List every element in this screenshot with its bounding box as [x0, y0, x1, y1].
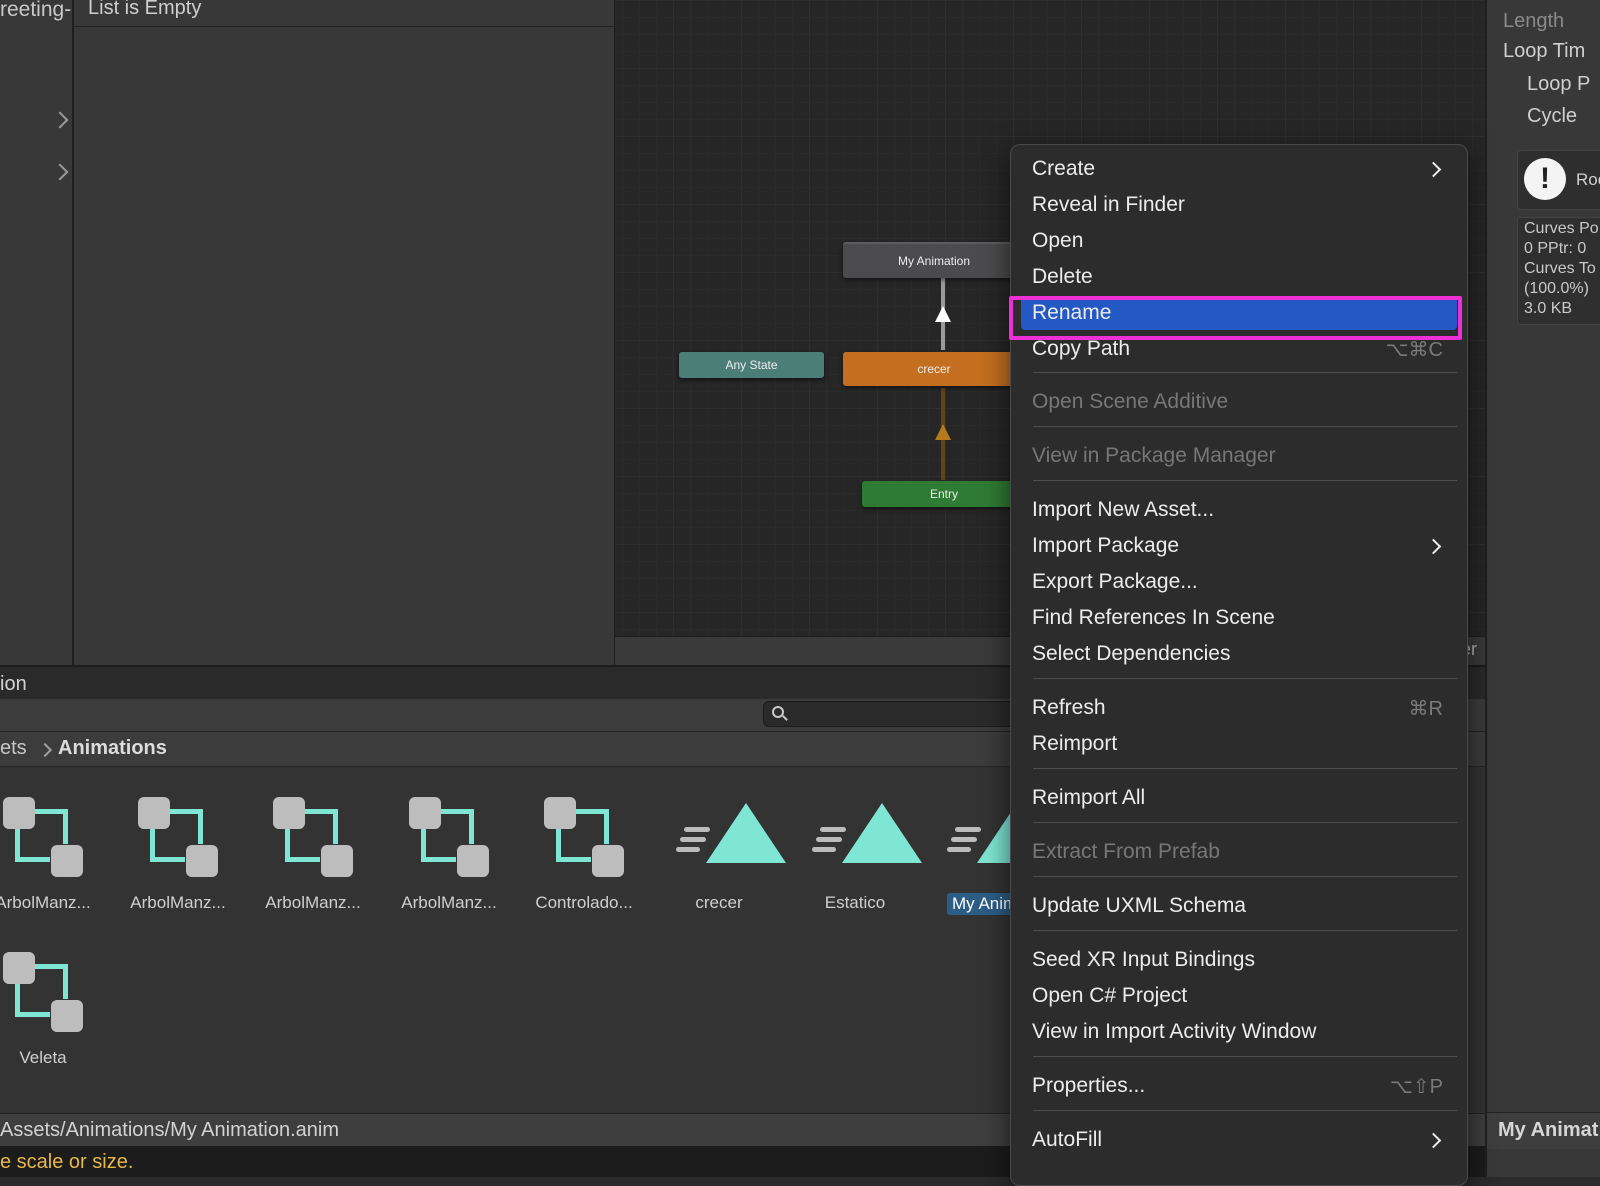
chevron-right-icon [1425, 1132, 1442, 1149]
animator-controller-icon [273, 797, 353, 877]
clip-stats-box: Curves Po 0 PPtr: 0 Curves To (100.0%) 3… [1517, 217, 1600, 325]
animation-clip-icon [812, 803, 922, 867]
menu-separator [1033, 372, 1457, 373]
list-empty-label: List is Empty [88, 0, 202, 19]
transition-arrow-icon[interactable] [935, 306, 951, 322]
stats-line: Curves To [1524, 260, 1596, 277]
menu-item-import-new-asset[interactable]: Import New Asset... [1021, 493, 1457, 527]
animator-controller-icon [138, 797, 218, 877]
menu-item-create[interactable]: Create [1021, 152, 1457, 186]
asset-label: Controlado... [535, 893, 633, 912]
left-panel: reeting- [0, 0, 74, 665]
asset-item[interactable]: ArbolManz... [384, 767, 514, 912]
menu-item-open-csharp-project[interactable]: Open C# Project [1021, 979, 1457, 1013]
menu-item-refresh[interactable]: Refresh ⌘R [1021, 691, 1457, 725]
menu-item-extract-from-prefab: Extract From Prefab [1032, 840, 1220, 863]
menu-item-export-package[interactable]: Export Package... [1021, 565, 1457, 599]
stats-line: 3.0 KB [1524, 300, 1573, 317]
state-node-entry[interactable]: Entry [862, 481, 1026, 507]
menu-separator [1033, 822, 1457, 823]
menu-item-autofill[interactable]: AutoFill [1021, 1123, 1457, 1157]
cycle-offset-label[interactable]: Cycle [1527, 105, 1577, 128]
asset-label: ArbolManz... [130, 893, 226, 912]
loop-time-label[interactable]: Loop Tim [1503, 40, 1585, 63]
asset-item[interactable]: crecer [654, 767, 786, 912]
asset-label: ArbolManz... [401, 893, 497, 912]
warning-text: Roo [1576, 170, 1600, 189]
shortcut-label: ⌥⌘C [1385, 339, 1444, 361]
breadcrumb-parent[interactable]: ets [0, 737, 27, 760]
asset-label: ArbolManz... [265, 893, 361, 912]
menu-item-update-uxml-schema[interactable]: Update UXML Schema [1021, 889, 1457, 923]
chevron-right-icon [1425, 538, 1442, 555]
menu-item-import-package[interactable]: Import Package [1021, 529, 1457, 563]
state-node-my-animation[interactable]: My Animation [843, 242, 1025, 278]
asset-label: Veleta [19, 1048, 67, 1067]
menu-item-view-import-activity[interactable]: View in Import Activity Window [1021, 1015, 1457, 1049]
menu-separator [1033, 678, 1457, 679]
menu-separator [1033, 876, 1457, 877]
asset-label: ArbolManz... [0, 893, 91, 912]
inspector-panel: Length Loop Tim Loop P Cycle ! Roo Curve… [1485, 0, 1600, 1177]
asset-item[interactable]: Controlado... [519, 767, 649, 912]
menu-item-properties[interactable]: Properties... ⌥⇧P [1021, 1069, 1457, 1103]
asset-item[interactable]: ArbolManz... [248, 767, 378, 912]
menu-item-open[interactable]: Open [1021, 224, 1457, 258]
preview-title: My Animat [1498, 1119, 1599, 1141]
menu-separator [1033, 480, 1457, 481]
length-label: Length [1503, 10, 1565, 32]
asset-label: Estatico [824, 893, 886, 912]
asset-path: Assets/Animations/My Animation.anim [0, 1119, 340, 1141]
shortcut-label: ⌘R [1408, 698, 1443, 720]
stats-line: (100.0%) [1524, 280, 1589, 297]
menu-item-reimport[interactable]: Reimport [1021, 727, 1457, 761]
console-warning-message: e scale or size. [0, 1151, 134, 1173]
menu-item-find-references[interactable]: Find References In Scene [1021, 601, 1457, 635]
chevron-right-icon [37, 742, 53, 758]
menu-separator [1033, 930, 1457, 931]
menu-item-view-in-package-manager: View in Package Manager [1032, 444, 1276, 467]
search-icon [772, 706, 784, 718]
transition-arrow-icon[interactable] [935, 424, 951, 440]
preview-header[interactable]: My Animat [1487, 1112, 1600, 1149]
asset-item[interactable]: ArbolManz... [0, 767, 108, 912]
stats-line: 0 PPtr: 0 [1524, 240, 1587, 257]
list-header: List is Empty [74, 0, 614, 27]
menu-separator [1033, 1110, 1457, 1111]
menu-item-select-dependencies[interactable]: Select Dependencies [1021, 637, 1457, 671]
menu-item-delete[interactable]: Delete [1021, 260, 1457, 294]
project-tab-label: ion [0, 673, 27, 695]
asset-label: crecer [695, 893, 743, 912]
state-node-any-state[interactable]: Any State [679, 352, 824, 378]
menu-separator [1033, 1056, 1457, 1057]
shortcut-label: ⌥⇧P [1389, 1076, 1443, 1098]
menu-item-seed-xr-input-bindings[interactable]: Seed XR Input Bindings [1021, 943, 1457, 977]
chevron-right-icon[interactable] [51, 163, 69, 181]
animation-clip-icon [676, 803, 786, 867]
loop-pose-label[interactable]: Loop P [1527, 73, 1590, 96]
menu-separator [1033, 768, 1457, 769]
asset-item[interactable]: ArbolManz... [113, 767, 243, 912]
stats-line: Curves Po [1524, 220, 1599, 237]
animator-controller-icon [544, 797, 624, 877]
search-input[interactable] [763, 701, 1025, 727]
menu-item-reveal-in-finder[interactable]: Reveal in Finder [1021, 188, 1457, 222]
left-panel-label: reeting- [0, 0, 72, 21]
warning-box: ! Roo [1517, 150, 1600, 210]
breadcrumb-current[interactable]: Animations [58, 737, 167, 760]
chevron-right-icon[interactable] [51, 111, 69, 129]
animator-controller-icon [409, 797, 489, 877]
rename-highlight-outline [1009, 296, 1462, 340]
state-node-crecer[interactable]: crecer [843, 352, 1025, 386]
asset-item[interactable]: Estatico [790, 767, 922, 912]
menu-separator [1033, 426, 1457, 427]
asset-item[interactable]: Veleta [0, 922, 108, 1067]
parameters-panel: List is Empty [74, 0, 616, 665]
menu-item-reimport-all[interactable]: Reimport All [1021, 781, 1457, 815]
menu-item-open-scene-additive: Open Scene Additive [1032, 390, 1229, 413]
animator-controller-icon [3, 797, 83, 877]
chevron-right-icon [1425, 161, 1442, 178]
warning-icon: ! [1524, 158, 1566, 200]
animator-controller-icon [3, 952, 83, 1032]
